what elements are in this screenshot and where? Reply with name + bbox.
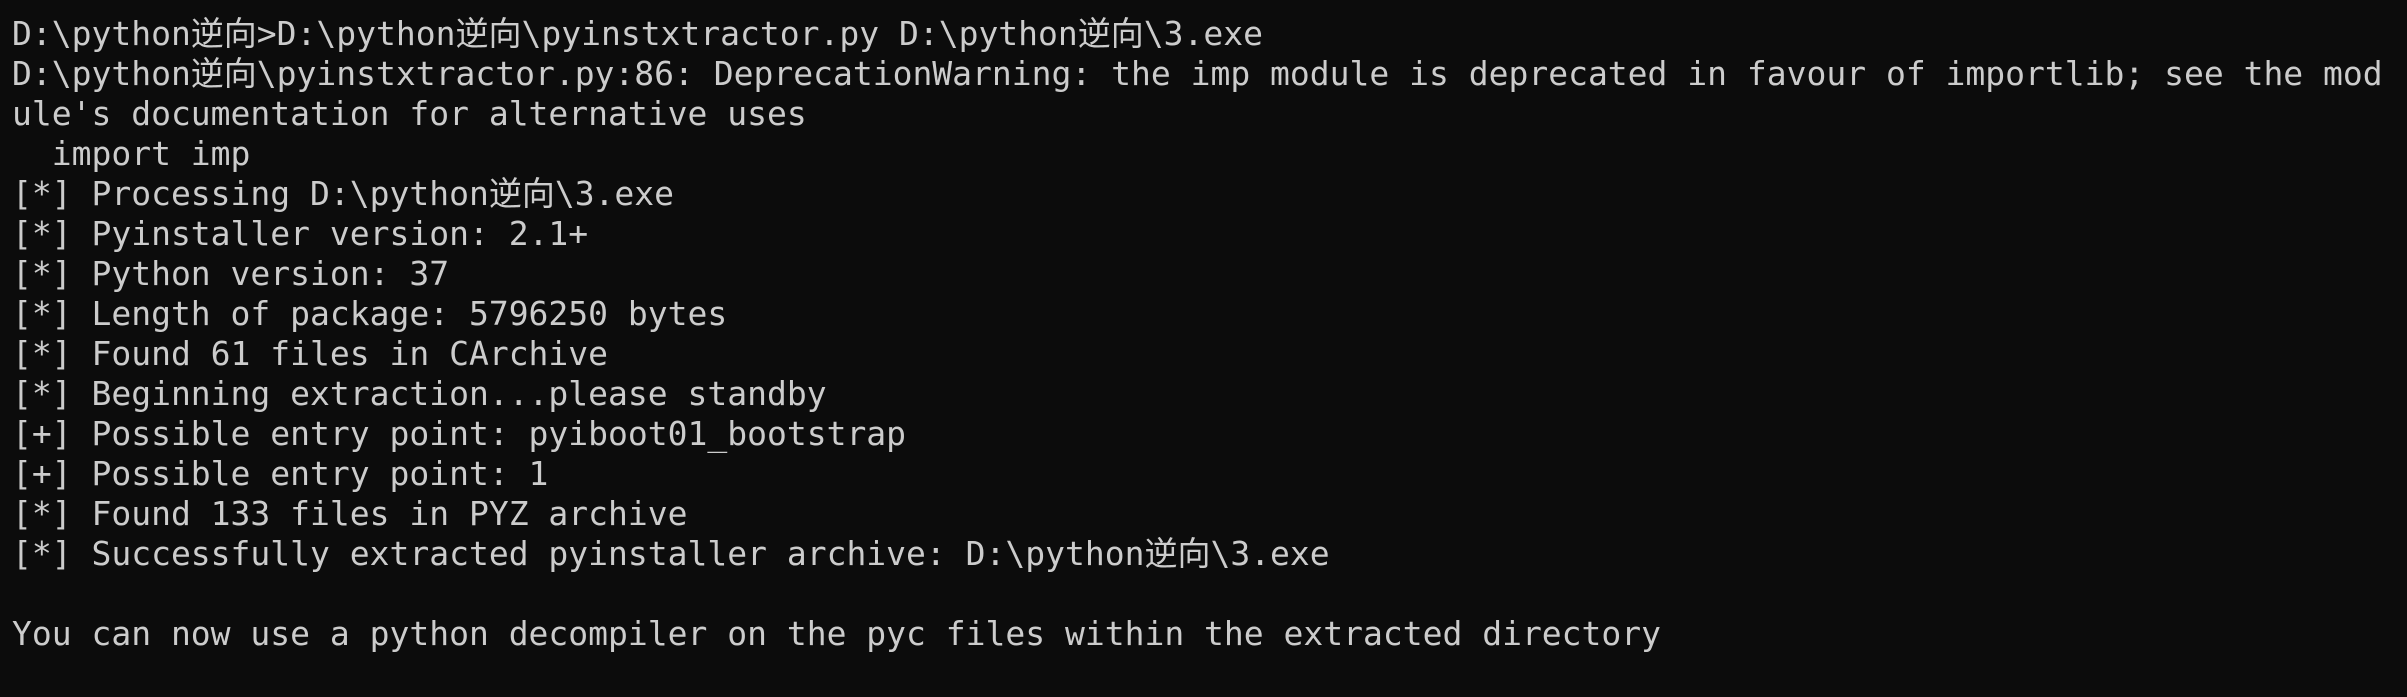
output-line: [*] Processing D:\python逆向\3.exe — [12, 174, 675, 213]
output-line: [*] Python version: 37 — [12, 254, 450, 293]
output-line: [*] Pyinstaller version: 2.1+ — [12, 214, 589, 253]
console-window[interactable]: D:\python逆向>D:\python逆向\pyinstxtractor.p… — [0, 0, 2407, 697]
success-line: [*] Successfully extracted pyinstaller a… — [12, 534, 1330, 573]
final-message-line: You can now use a python decompiler on t… — [12, 614, 1662, 653]
output-line: [*] Length of package: 5796250 bytes — [12, 294, 728, 333]
output-line: [*] Found 133 files in PYZ archive — [12, 494, 688, 533]
deprecation-warning-line: D:\python逆向\pyinstxtractor.py:86: Deprec… — [12, 54, 2383, 93]
entry-point-line: [+] Possible entry point: pyiboot01_boot… — [12, 414, 907, 453]
command-line: D:\python逆向>D:\python逆向\pyinstxtractor.p… — [12, 14, 1263, 53]
output-line: [*] Found 61 files in CArchive — [12, 334, 609, 373]
console-output: D:\python逆向>D:\python逆向\pyinstxtractor.p… — [12, 14, 2407, 654]
deprecation-warning-line-cont: ule's documentation for alternative uses — [12, 94, 807, 133]
import-imp-line: import imp — [12, 134, 251, 173]
entry-point-line: [+] Possible entry point: 1 — [12, 454, 549, 493]
output-line: [*] Beginning extraction...please standb… — [12, 374, 827, 413]
